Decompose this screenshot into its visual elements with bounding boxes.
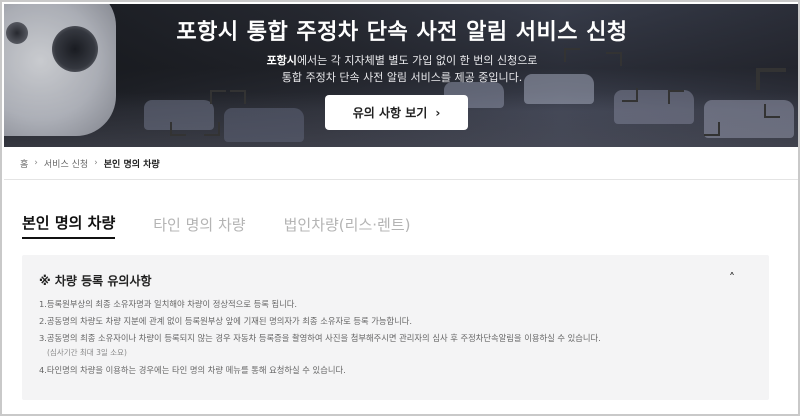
detect-frame-corner-icon xyxy=(704,122,720,136)
hero-subtitle-line1: 에서는 각 지자체별 별도 가입 없이 한 번의 신청으로 xyxy=(296,54,538,67)
chevron-right-icon: › xyxy=(435,105,441,120)
notice-item: 3.공동명의 최종 소유자이나 차량이 등록되지 않는 경우 자동차 등록증을 … xyxy=(39,333,759,358)
notice-title: ※ 차량 등록 유의사항 xyxy=(39,274,152,288)
hero-banner: 포항시 통합 주정차 단속 사전 알림 서비스 신청 포항시에서는 각 지자체별… xyxy=(4,4,798,147)
detect-frame-corner-icon xyxy=(622,88,638,102)
hero-subtitle-line2: 통합 주정차 단속 사전 알림 서비스를 제공 중입니다. xyxy=(281,71,523,84)
chevron-right-icon: › xyxy=(34,158,38,168)
breadcrumb: 홈 › 서비스 신청 › 본인 명의 차량 xyxy=(4,147,798,180)
tab-other-owner-vehicle[interactable]: 타인 명의 차량 xyxy=(153,214,245,239)
notice-item: 2.공동명의 차량도 차량 지분에 관계 없이 등록원부상 앞에 기재된 명의자… xyxy=(39,316,759,326)
breadcrumb-service-apply[interactable]: 서비스 신청 xyxy=(44,157,88,170)
notice-item-text: 1.등록원부상의 최종 소유자명과 일치해야 차량이 정상적으로 등록 됩니다. xyxy=(39,299,298,309)
notice-item: 1.등록원부상의 최종 소유자명과 일치해야 차량이 정상적으로 등록 됩니다. xyxy=(39,299,759,309)
notice-item-subtext: (심사기간 최대 3일 소요) xyxy=(47,348,127,357)
detect-frame-corner-icon xyxy=(764,104,780,118)
detect-frame-corner-icon xyxy=(230,90,246,104)
vehicle-type-tabs: 본인 명의 차량 타인 명의 차량 법인차량(리스·렌트) xyxy=(22,212,410,239)
hero-subtitle: 포항시에서는 각 지자체별 별도 가입 없이 한 번의 신청으로 통합 주정차 … xyxy=(4,52,798,86)
breadcrumb-home[interactable]: 홈 xyxy=(20,157,28,170)
notice-item-text: 2.공동명의 차량도 차량 지분에 관계 없이 등록원부상 앞에 기재된 명의자… xyxy=(39,316,413,326)
detect-frame-corner-icon xyxy=(668,90,684,104)
notice-item-text: 4.타인명의 차량을 이용하는 경우에는 타인 명의 차량 메뉴를 통해 요청하… xyxy=(39,365,346,375)
view-notice-button-label: 유의 사항 보기 xyxy=(352,106,428,120)
hero-subtitle-city: 포항시 xyxy=(266,54,297,67)
notice-list: 1.등록원부상의 최종 소유자명과 일치해야 차량이 정상적으로 등록 됩니다.… xyxy=(39,299,759,382)
chevron-right-icon: › xyxy=(94,158,98,168)
registration-notice-panel: ※ 차량 등록 유의사항 ˄ 1.등록원부상의 최종 소유자명과 일치해야 차량… xyxy=(22,255,769,400)
notice-item-text: 3.공동명의 최종 소유자이나 차량이 등록되지 않는 경우 자동차 등록증을 … xyxy=(39,333,601,343)
view-notice-button[interactable]: 유의 사항 보기 › xyxy=(325,95,468,130)
detect-frame-corner-icon xyxy=(170,122,186,136)
detect-frame-corner-icon xyxy=(210,90,226,104)
chevron-up-icon[interactable]: ˄ xyxy=(725,271,739,285)
tab-corporate-vehicle[interactable]: 법인차량(리스·렌트) xyxy=(284,214,411,239)
notice-item: 4.타인명의 차량을 이용하는 경우에는 타인 명의 차량 메뉴를 통해 요청하… xyxy=(39,365,759,375)
tab-own-vehicle[interactable]: 본인 명의 차량 xyxy=(22,212,116,239)
breadcrumb-current: 본인 명의 차량 xyxy=(103,159,160,170)
hero-car-silhouette xyxy=(224,108,304,142)
page-title: 포항시 통합 주정차 단속 사전 알림 서비스 신청 xyxy=(176,20,628,45)
page-frame: 포항시 통합 주정차 단속 사전 알림 서비스 신청 포항시에서는 각 지자체별… xyxy=(0,0,800,416)
detect-frame-corner-icon xyxy=(204,122,220,136)
